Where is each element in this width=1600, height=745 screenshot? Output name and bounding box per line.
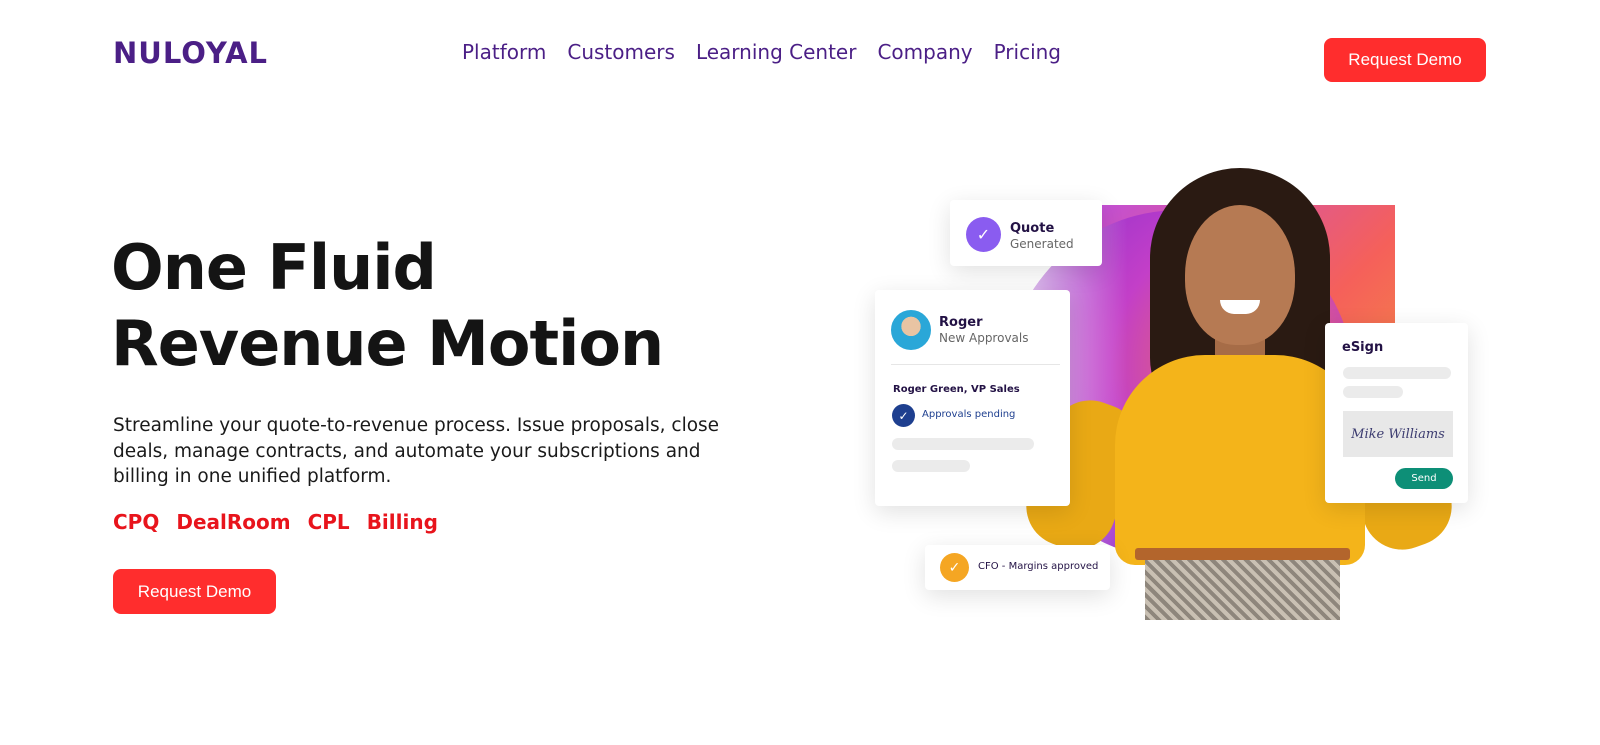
- skeleton-line: [892, 460, 970, 472]
- product-dealroom[interactable]: DealRoom: [176, 510, 290, 534]
- divider: [891, 364, 1060, 365]
- person-pants: [1145, 560, 1340, 620]
- skeleton-line: [1343, 386, 1403, 398]
- hero-title-line-1: One Fluid: [111, 231, 437, 304]
- hero-subtitle: Streamline your quote-to-revenue process…: [113, 415, 720, 487]
- approval-status: Approvals pending: [922, 409, 1016, 420]
- hero-title-line-2: Revenue Motion: [111, 307, 664, 380]
- skeleton-line: [1343, 367, 1451, 379]
- check-icon: ✓: [966, 217, 1001, 252]
- logo[interactable]: NULOYAL: [113, 36, 268, 70]
- approvals-card-subtitle: New Approvals: [939, 331, 1029, 345]
- hero-illustration: ✓ Quote Generated Roger New Approvals Ro…: [850, 160, 1490, 625]
- esign-card-title: eSign: [1342, 340, 1384, 355]
- check-icon: ✓: [940, 553, 969, 582]
- main-nav: Platform Customers Learning Center Compa…: [462, 40, 1061, 64]
- nav-company[interactable]: Company: [877, 40, 972, 64]
- quote-card-subtitle: Generated: [1010, 237, 1074, 251]
- esign-card: eSign Mike Williams Send: [1325, 323, 1468, 503]
- hero-request-demo-button[interactable]: Request Demo: [113, 569, 276, 614]
- nav-pricing[interactable]: Pricing: [994, 40, 1061, 64]
- person-face: [1185, 205, 1295, 345]
- approvals-card-name: Roger: [939, 315, 983, 330]
- cfo-approval-text: CFO - Margins approved: [978, 561, 1099, 572]
- nav-platform[interactable]: Platform: [462, 40, 546, 64]
- header-request-demo-button[interactable]: Request Demo: [1324, 38, 1486, 82]
- product-cpq[interactable]: CPQ: [113, 510, 159, 534]
- quote-card-title: Quote: [1010, 221, 1055, 236]
- quote-card: ✓ Quote Generated: [950, 200, 1102, 266]
- cfo-approval-card: ✓ CFO - Margins approved: [925, 545, 1110, 590]
- check-icon: ✓: [892, 404, 915, 427]
- product-list: CPQ DealRoom CPL Billing: [113, 510, 438, 534]
- hero-title: One Fluid Revenue Motion: [111, 230, 751, 382]
- skeleton-line: [892, 438, 1034, 450]
- send-button[interactable]: Send: [1395, 468, 1453, 489]
- approvals-card: Roger New Approvals Roger Green, VP Sale…: [875, 290, 1070, 506]
- signature-image: Mike Williams: [1343, 411, 1453, 457]
- product-billing[interactable]: Billing: [367, 510, 438, 534]
- avatar: [891, 310, 931, 350]
- nav-learning-center[interactable]: Learning Center: [696, 40, 857, 64]
- person-belt: [1135, 548, 1350, 560]
- product-cpl[interactable]: CPL: [308, 510, 350, 534]
- nav-customers[interactable]: Customers: [567, 40, 675, 64]
- approver-name: Roger Green, VP Sales: [893, 384, 1020, 395]
